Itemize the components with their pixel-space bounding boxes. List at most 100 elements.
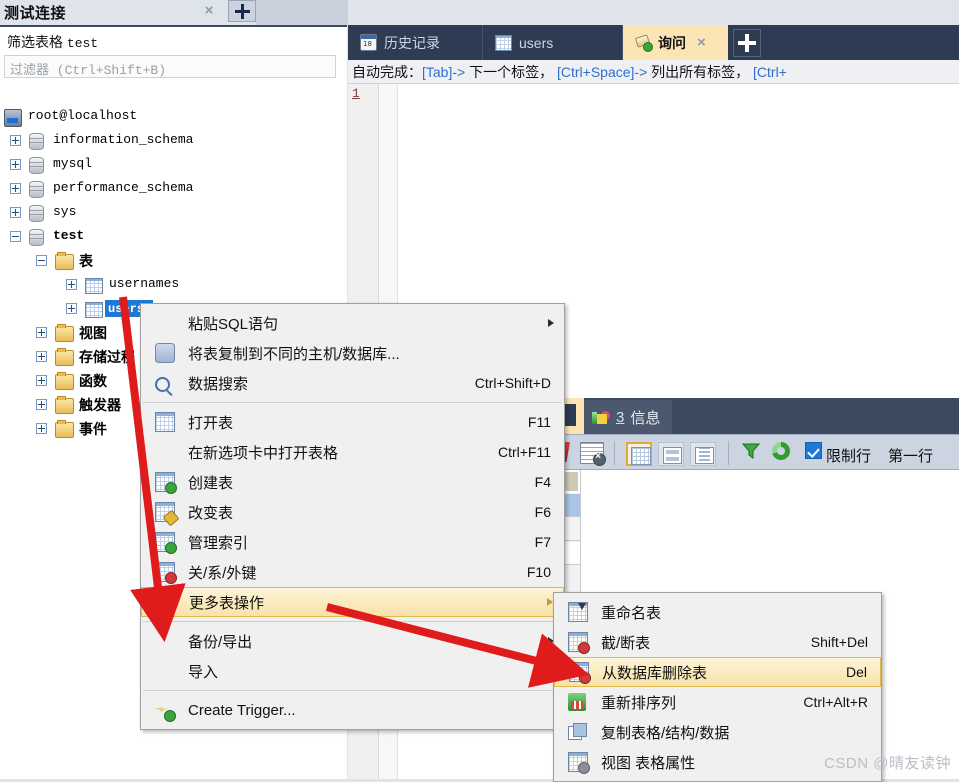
filter-title: 筛选表格 test — [7, 32, 98, 52]
connection-tab[interactable]: 测试连接 — [4, 0, 66, 25]
menu-item-label: 将表复制到不同的主机/数据库... — [188, 345, 400, 363]
tree-item-label: 视图 — [79, 325, 107, 341]
hint-key-ctrlspace: [Ctrl+Space]-> — [553, 64, 648, 80]
menu-item[interactable]: 截/断表 Shift+Del — [554, 627, 881, 657]
filter-title-prefix: 筛选表格 — [7, 34, 63, 50]
close-icon[interactable]: × — [200, 2, 218, 20]
collapse-icon[interactable] — [10, 231, 21, 242]
menu-item[interactable]: 重新排序列 Ctrl+Alt+R — [554, 687, 881, 717]
connection-tab-label: 测试连接 — [4, 5, 67, 22]
expand-icon[interactable] — [36, 375, 47, 386]
editor-tabbar: 18 历史记录 users 询问 × — [348, 25, 959, 60]
menu-separator — [143, 690, 562, 691]
new-query-tab-plus-icon[interactable] — [733, 29, 761, 57]
limit-rows-checkbox[interactable] — [805, 442, 822, 459]
menu-item[interactable]: 将表复制到不同的主机/数据库... — [141, 338, 564, 368]
menu-item[interactable]: 打开表 F11 — [141, 407, 564, 437]
menu-item[interactable]: 从数据库删除表 Del — [554, 657, 881, 687]
funnel-icon[interactable] — [741, 442, 762, 464]
tab-query-label: 询问 — [658, 34, 686, 51]
menu-item[interactable]: 导入 — [141, 656, 564, 686]
application-window: 测试连接 × 筛选表格 test 过滤器 (Ctrl+Shift+B) root… — [0, 0, 959, 782]
table-context-menu[interactable]: 粘贴SQL语句将表复制到不同的主机/数据库... 数据搜索 Ctrl+Shift+D… — [140, 303, 565, 730]
refresh-icon[interactable] — [772, 442, 790, 460]
tree-item[interactable]: root@localhost — [0, 105, 347, 129]
editor-line-number: 1 — [352, 86, 360, 101]
tree-item[interactable]: 表 — [0, 249, 347, 273]
tree-item-label: performance_schema — [53, 180, 194, 195]
menu-item[interactable]: 改变表 F6 — [141, 497, 564, 527]
tree-item-label: 事件 — [79, 421, 107, 437]
tree-item-label: users — [108, 302, 145, 316]
menu-item[interactable]: 在新选项卡中打开表格 Ctrl+F11 — [141, 437, 564, 467]
menu-item-label: 复制表格/结构/数据 — [601, 724, 730, 742]
menu-item-label: 从数据库删除表 — [602, 664, 708, 682]
expand-icon[interactable] — [10, 159, 21, 170]
new-connection-plus-icon[interactable] — [228, 0, 256, 22]
expand-icon[interactable] — [10, 183, 21, 194]
expand-icon[interactable] — [36, 327, 47, 338]
clear-results-icon[interactable] — [580, 442, 606, 466]
form-view-icon[interactable] — [658, 442, 684, 466]
tree-item[interactable]: usernames — [0, 273, 347, 297]
copy-database-icon — [155, 343, 175, 363]
menu-item[interactable]: 管理索引 F7 — [141, 527, 564, 557]
tree-item-label: usernames — [109, 276, 180, 291]
tree-item[interactable]: performance_schema — [0, 177, 347, 201]
expand-icon[interactable] — [10, 135, 21, 146]
menu-item-label: 关/系/外键 — [188, 564, 257, 582]
tab-history-label: 历史记录 — [384, 34, 440, 51]
tab-users[interactable]: users — [483, 25, 623, 60]
tree-item-label: 触发器 — [79, 397, 121, 413]
reorder-columns-icon — [568, 693, 586, 711]
grid-view-icon[interactable] — [626, 442, 652, 466]
menu-item[interactable]: 关/系/外键 F10 — [141, 557, 564, 587]
expand-icon[interactable] — [10, 207, 21, 218]
expand-icon[interactable] — [66, 279, 77, 290]
collapse-icon[interactable] — [36, 255, 47, 266]
expand-icon[interactable] — [36, 399, 47, 410]
messages-label: 信息 — [630, 409, 661, 427]
submenu-arrow-icon — [548, 319, 554, 327]
menu-item-shortcut: Ctrl+F11 — [497, 444, 551, 460]
menu-item[interactable]: 复制表格/结构/数据 — [554, 717, 881, 747]
tab-close-icon[interactable]: × — [697, 34, 706, 51]
query-icon — [635, 35, 653, 52]
expand-icon[interactable] — [36, 423, 47, 434]
menu-item[interactable]: Create Trigger... — [141, 695, 564, 725]
calendar-icon: 18 — [360, 34, 377, 51]
tree-item-label: root@localhost — [28, 108, 138, 123]
menu-item-shortcut: F10 — [526, 564, 551, 580]
create-trigger-icon — [155, 701, 176, 722]
database-icon — [29, 181, 44, 198]
tab-messages[interactable]: 3 信息 — [584, 400, 673, 434]
menu-item[interactable]: 备份/导出 — [141, 626, 564, 656]
menu-item-label: 改变表 — [188, 504, 234, 522]
text-view-icon[interactable] — [690, 442, 716, 466]
menu-item[interactable]: 粘贴SQL语句 — [141, 308, 564, 338]
database-icon — [29, 133, 44, 150]
hint-prefix: 自动完成： — [352, 64, 422, 80]
menu-item-shortcut: F7 — [534, 534, 551, 550]
expand-icon[interactable] — [36, 351, 47, 362]
table-icon — [155, 412, 175, 432]
tree-item[interactable]: sys — [0, 201, 347, 225]
tree-item[interactable]: information_schema — [0, 129, 347, 153]
limit-rows-label: 限制行 — [826, 448, 872, 465]
menu-item[interactable]: 重命名表 — [554, 597, 881, 627]
menu-item[interactable]: 数据搜索 Ctrl+Shift+D — [141, 368, 564, 398]
tab-query[interactable]: 询问 × — [623, 25, 728, 60]
folder-icon — [55, 396, 74, 414]
table-icon — [495, 34, 512, 51]
database-icon — [29, 157, 44, 174]
tree-item[interactable]: test — [0, 225, 347, 249]
tree-item-label: 存储过程 — [79, 349, 135, 365]
expand-icon[interactable] — [66, 303, 77, 314]
first-row-label: 第一行 — [888, 448, 934, 465]
tree-item[interactable]: mysql — [0, 153, 347, 177]
menu-item[interactable]: 创建表 F4 — [141, 467, 564, 497]
filter-input[interactable]: 过滤器 (Ctrl+Shift+B) — [4, 55, 336, 78]
menu-item[interactable]: 更多表操作 — [141, 587, 564, 617]
table-properties-icon — [568, 752, 590, 774]
tab-history[interactable]: 18 历史记录 — [348, 25, 483, 60]
